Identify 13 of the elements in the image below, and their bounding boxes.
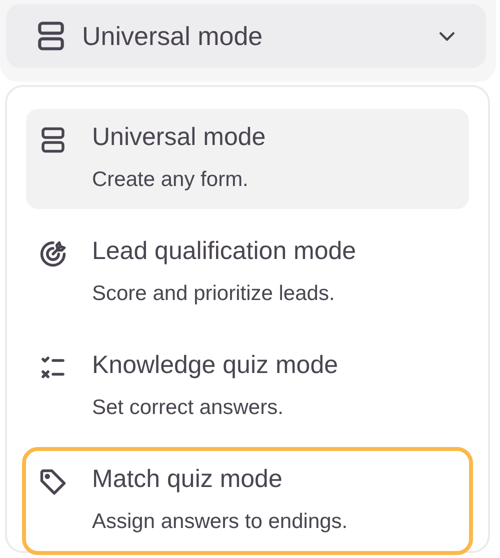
- tag-icon: [38, 467, 68, 497]
- option-title: Universal mode: [92, 122, 266, 153]
- menu-option[interactable]: Universal mode Create any form.: [26, 109, 469, 209]
- target-icon: [38, 239, 68, 269]
- option-title: Lead qualification mode: [92, 236, 356, 267]
- option-title: Knowledge quiz mode: [92, 350, 338, 381]
- option-description: Score and prioritize leads.: [92, 280, 336, 306]
- option-description: Create any form.: [92, 166, 250, 192]
- menu-option[interactable]: Match quiz mode Assign answers to endings.: [26, 451, 469, 551]
- option-title: Match quiz mode: [92, 464, 284, 495]
- option-description: Assign answers to endings.: [92, 508, 348, 534]
- mode-dropdown[interactable]: Universal mode: [6, 4, 486, 68]
- option-description: Set correct answers.: [92, 394, 284, 420]
